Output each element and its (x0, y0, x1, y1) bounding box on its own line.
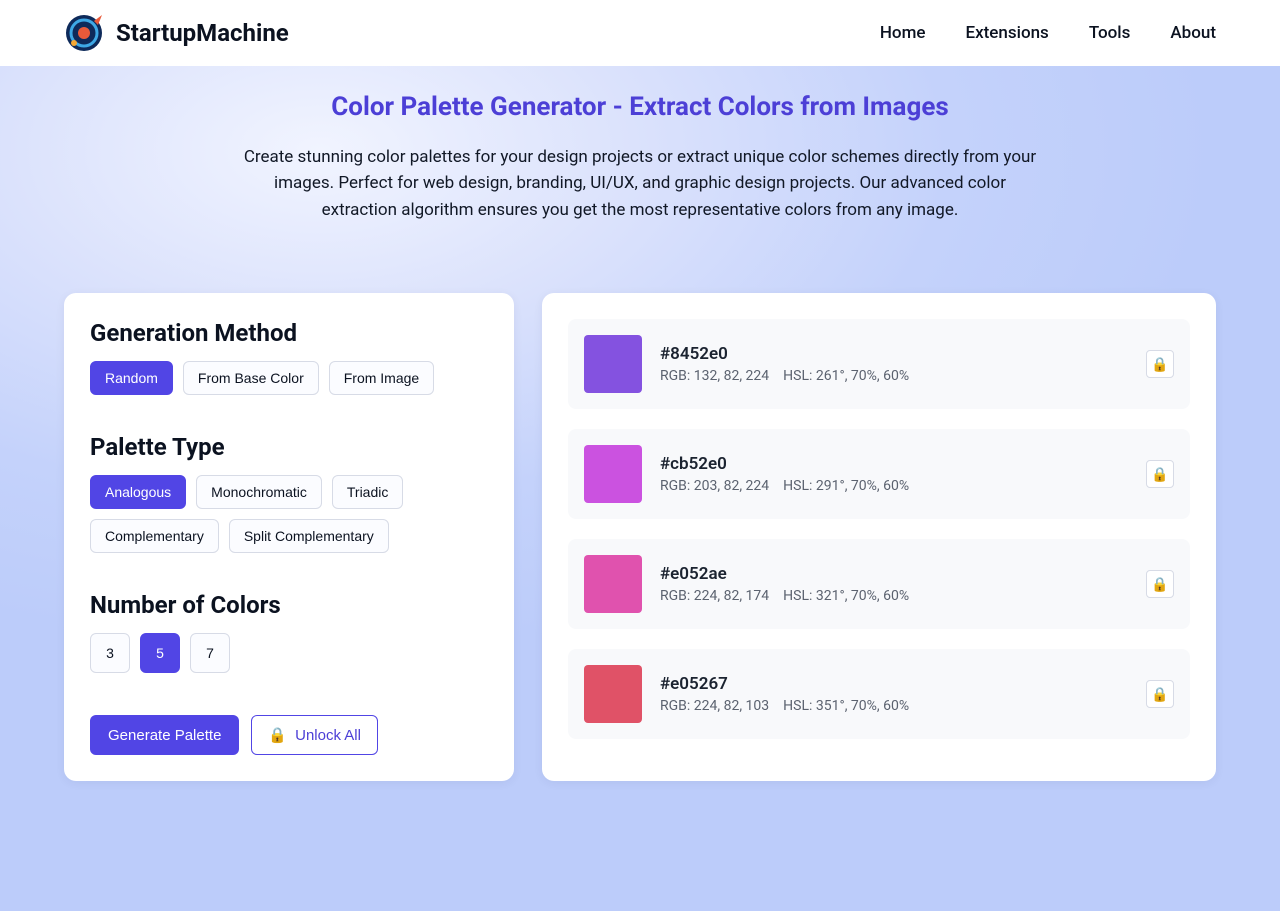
color-hex: #8452e0 (660, 344, 1128, 364)
controls-panel: Generation Method Random From Base Color F… (64, 293, 514, 781)
generation-option-from-image[interactable]: From Image (329, 361, 434, 395)
palette-type-monochromatic[interactable]: Monochromatic (196, 475, 322, 509)
lock-toggle[interactable]: 🔒 (1146, 570, 1174, 598)
color-rgb: RGB: 224, 82, 174 (660, 588, 769, 604)
page-title: Color Palette Generator - Extract Colors… (230, 92, 1050, 122)
palette-type-triadic[interactable]: Triadic (332, 475, 404, 509)
header: StartupMachine Home Extensions Tools Abo… (0, 0, 1280, 66)
lock-icon: 🔒 (268, 726, 287, 744)
color-hex: #e052ae (660, 564, 1128, 584)
num-colors-options: 357 (90, 633, 488, 673)
generation-method-options: Random From Base Color From Image (90, 361, 488, 395)
lock-icon: 🔒 (1151, 466, 1168, 483)
lock-icon: 🔒 (1151, 576, 1168, 593)
lock-icon: 🔒 (1151, 356, 1168, 373)
color-hex: #e05267 (660, 674, 1128, 694)
color-hsl: HSL: 261°, 70%, 60% (783, 368, 909, 384)
palette-type-analogous[interactable]: Analogous (90, 475, 186, 509)
color-swatch[interactable] (584, 445, 642, 503)
color-info: #e05267 RGB: 224, 82, 103 HSL: 351°, 70%, … (660, 674, 1128, 714)
color-item: #8452e0 RGB: 132, 82, 224 HSL: 261°, 70%, … (568, 319, 1190, 409)
color-info: #cb52e0 RGB: 203, 82, 224 HSL: 291°, 70%, … (660, 454, 1128, 494)
color-item: #e05267 RGB: 224, 82, 103 HSL: 351°, 70%, … (568, 649, 1190, 739)
num-colors-5[interactable]: 5 (140, 633, 180, 673)
color-rgb: RGB: 132, 82, 224 (660, 368, 769, 384)
generation-option-from-base-color[interactable]: From Base Color (183, 361, 319, 395)
generation-option-random[interactable]: Random (90, 361, 173, 395)
color-rgb: RGB: 224, 82, 103 (660, 698, 769, 714)
color-list: #8452e0 RGB: 132, 82, 224 HSL: 261°, 70%, … (568, 319, 1190, 739)
hero-section: Color Palette Generator - Extract Colors… (0, 66, 1280, 911)
nav-extensions[interactable]: Extensions (965, 23, 1048, 43)
color-hex: #cb52e0 (660, 454, 1128, 474)
brand[interactable]: StartupMachine (64, 13, 289, 53)
logo-icon (64, 13, 104, 53)
color-swatch[interactable] (584, 555, 642, 613)
color-hsl: HSL: 321°, 70%, 60% (783, 588, 909, 604)
color-swatch[interactable] (584, 665, 642, 723)
color-meta: RGB: 224, 82, 103 HSL: 351°, 70%, 60% (660, 698, 1128, 714)
color-hsl: HSL: 291°, 70%, 60% (783, 478, 909, 494)
brand-name: StartupMachine (116, 19, 289, 47)
nav-tools[interactable]: Tools (1089, 23, 1131, 43)
color-info: #8452e0 RGB: 132, 82, 224 HSL: 261°, 70%, … (660, 344, 1128, 384)
page-description: Create stunning color palettes for your … (230, 144, 1050, 223)
lock-toggle[interactable]: 🔒 (1146, 460, 1174, 488)
palette-type-split-complementary[interactable]: Split Complementary (229, 519, 389, 553)
color-meta: RGB: 132, 82, 224 HSL: 261°, 70%, 60% (660, 368, 1128, 384)
palette-type-title: Palette Type (90, 433, 488, 461)
color-hsl: HSL: 351°, 70%, 60% (783, 698, 909, 714)
palette-panel: #8452e0 RGB: 132, 82, 224 HSL: 261°, 70%, … (542, 293, 1216, 781)
color-meta: RGB: 203, 82, 224 HSL: 291°, 70%, 60% (660, 478, 1128, 494)
num-colors-3[interactable]: 3 (90, 633, 130, 673)
unlock-all-button[interactable]: 🔒 Unlock All (251, 715, 378, 755)
palette-type-options: Analogous Monochromatic Triadic Complementa… (90, 475, 488, 553)
generate-palette-button[interactable]: Generate Palette (90, 715, 239, 755)
color-info: #e052ae RGB: 224, 82, 174 HSL: 321°, 70%, … (660, 564, 1128, 604)
lock-toggle[interactable]: 🔒 (1146, 350, 1174, 378)
lock-toggle[interactable]: 🔒 (1146, 680, 1174, 708)
generation-method-title: Generation Method (90, 319, 488, 347)
nav-about[interactable]: About (1170, 23, 1216, 43)
num-colors-7[interactable]: 7 (190, 633, 230, 673)
color-meta: RGB: 224, 82, 174 HSL: 321°, 70%, 60% (660, 588, 1128, 604)
color-rgb: RGB: 203, 82, 224 (660, 478, 769, 494)
nav-home[interactable]: Home (880, 23, 926, 43)
main-nav: Home Extensions Tools About (880, 23, 1216, 43)
palette-type-complementary[interactable]: Complementary (90, 519, 219, 553)
lock-icon: 🔒 (1151, 686, 1168, 703)
color-swatch[interactable] (584, 335, 642, 393)
color-item: #e052ae RGB: 224, 82, 174 HSL: 321°, 70%, … (568, 539, 1190, 629)
color-item: #cb52e0 RGB: 203, 82, 224 HSL: 291°, 70%, … (568, 429, 1190, 519)
num-colors-title: Number of Colors (90, 591, 488, 619)
unlock-all-label: Unlock All (295, 727, 361, 744)
